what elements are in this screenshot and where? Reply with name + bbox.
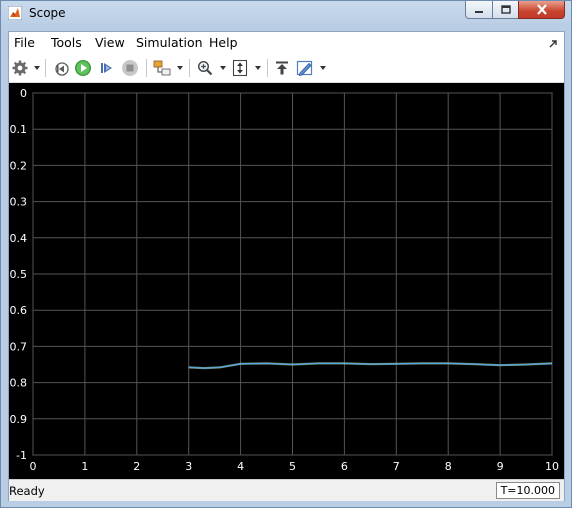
y-tick-label: -0.8 — [9, 377, 27, 390]
scope-window: Scope File Tools View Simulation Help 0 … — [0, 0, 572, 508]
step-back-icon — [55, 62, 69, 76]
scope-plot[interactable]: 0 1 2 3 4 5 6 7 8 9 10 0 -0.1 -0.2 -0.3 -0.4 -0.5 -0.6 -0.… — [6, 83, 564, 479]
toolbar-separator — [146, 59, 147, 77]
menu-tools[interactable]: Tools — [51, 35, 82, 50]
x-tick-label: 5 — [289, 460, 296, 473]
toolbar — [9, 54, 564, 83]
autoscale-dropdown-icon[interactable] — [255, 66, 261, 70]
y-tick-label: 0 — [20, 87, 27, 100]
highlight-block-icon — [276, 61, 288, 75]
step-forward-icon — [101, 63, 112, 73]
minimize-button[interactable] — [465, 1, 493, 19]
run-button[interactable] — [73, 58, 93, 78]
y-tick-label: -0.7 — [9, 340, 27, 353]
stop-button[interactable] — [120, 58, 140, 78]
autoscale-icon — [232, 59, 248, 77]
x-tick-label: 2 — [133, 460, 140, 473]
plot-panel: 0 1 2 3 4 5 6 7 8 9 10 0 -0.1 -0.2 -0.3 -0.4 -0.5 -0.6 -0.… — [6, 83, 564, 479]
minimize-icon — [475, 10, 483, 13]
x-tick-label: 7 — [393, 460, 400, 473]
close-icon — [536, 4, 547, 15]
x-tick-label: 10 — [545, 460, 559, 473]
y-tick-label: -0.6 — [9, 304, 27, 317]
menu-view[interactable]: View — [95, 35, 125, 50]
status-text: Ready — [9, 484, 45, 498]
menu-file[interactable]: File — [14, 35, 35, 50]
zoom-icon — [197, 60, 213, 76]
menu-bar: File Tools View Simulation Help — [9, 32, 564, 54]
toolbar-separator — [189, 59, 190, 77]
simulation-time: T=10.000 — [495, 482, 560, 499]
title-bar[interactable]: Scope — [1, 1, 571, 27]
window-title: Scope — [29, 6, 66, 20]
close-button[interactable] — [518, 1, 565, 19]
x-tick-label: 3 — [185, 460, 192, 473]
menu-help[interactable]: Help — [209, 35, 238, 50]
step-back-button[interactable] — [51, 58, 71, 78]
autoscale-button[interactable] — [230, 58, 250, 78]
y-tick-label: -0.3 — [9, 196, 27, 209]
x-tick-label: 1 — [81, 460, 88, 473]
y-tick-label: -0.4 — [9, 232, 27, 245]
signal-selector-button[interactable] — [152, 58, 172, 78]
x-tick-label: 6 — [341, 460, 348, 473]
maximize-icon — [500, 5, 511, 14]
toolbar-separator — [45, 59, 46, 77]
zoom-dropdown-icon[interactable] — [220, 66, 226, 70]
x-tick-label: 9 — [497, 460, 504, 473]
settings-dropdown-icon[interactable] — [34, 66, 40, 70]
x-tick-label: 8 — [445, 460, 452, 473]
scope-client-area: File Tools View Simulation Help 0 1 2 3 … — [6, 31, 565, 501]
y-tick-label: -0.5 — [9, 268, 27, 281]
signal-selector-dropdown-icon[interactable] — [177, 66, 183, 70]
highlight-block-button[interactable] — [272, 58, 292, 78]
menu-simulation[interactable]: Simulation — [136, 35, 203, 50]
matlab-logo-icon — [8, 6, 22, 20]
settings-icon — [12, 60, 28, 76]
style-icon — [296, 60, 313, 77]
y-tick-label: -0.2 — [9, 159, 27, 172]
style-dropdown-icon[interactable] — [320, 66, 326, 70]
style-button[interactable] — [295, 58, 315, 78]
run-icon — [75, 60, 91, 76]
x-tick-label: 4 — [237, 460, 244, 473]
stop-icon — [122, 60, 138, 76]
signal-selector-icon — [153, 60, 171, 76]
zoom-button[interactable] — [195, 58, 215, 78]
settings-button[interactable] — [10, 58, 30, 78]
undock-icon[interactable] — [549, 39, 558, 48]
toolbar-separator — [267, 59, 268, 77]
y-tick-label: -1 — [16, 449, 27, 462]
status-bar: Ready T=10.000 — [9, 479, 564, 501]
step-forward-button[interactable] — [97, 58, 117, 78]
maximize-button[interactable] — [492, 1, 519, 19]
y-tick-label: -0.1 — [9, 123, 27, 136]
x-tick-label: 0 — [30, 460, 37, 473]
y-tick-label: -0.9 — [9, 413, 27, 426]
